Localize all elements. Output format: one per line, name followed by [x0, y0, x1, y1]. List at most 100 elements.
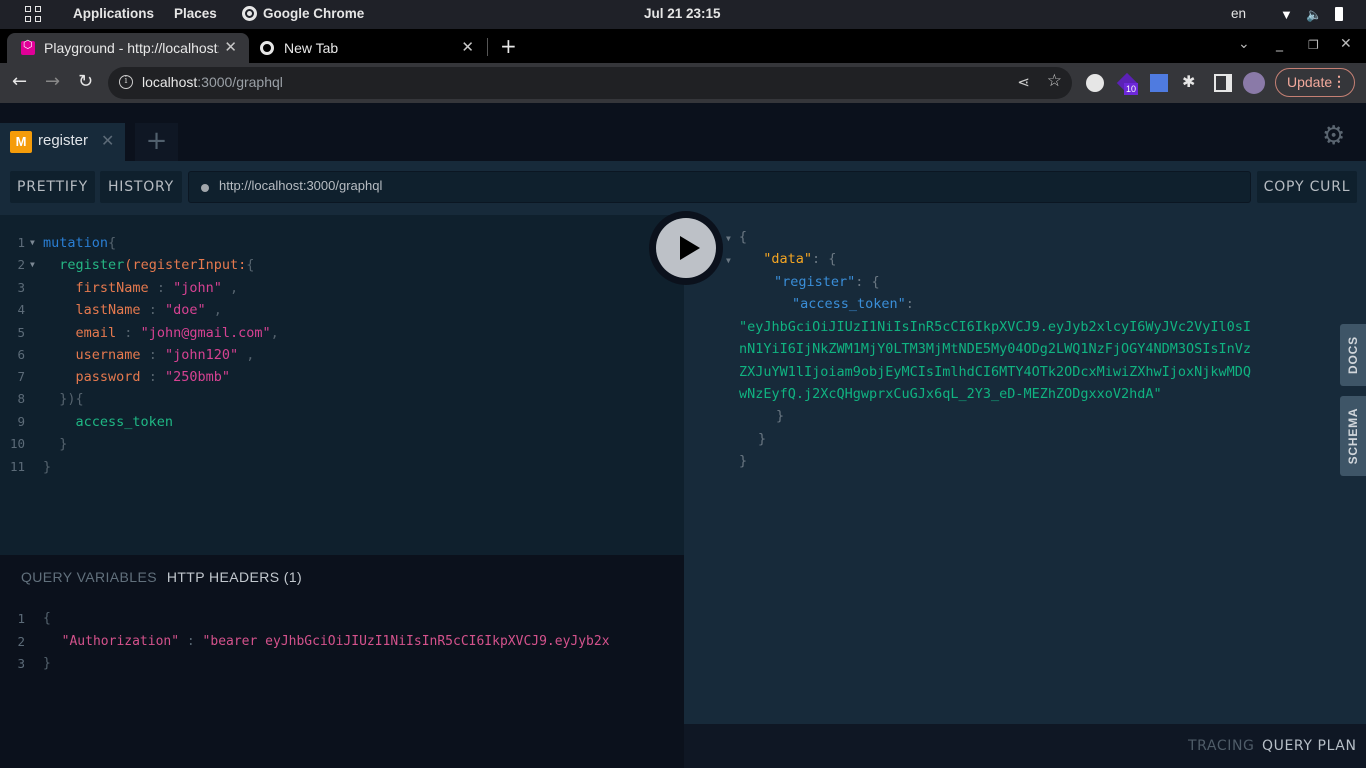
- query-editor[interactable]: 1 ▼ mutation{ 2 ▼ register(registerInput:{ …: [0, 215, 684, 555]
- field-name: register: [59, 257, 125, 273]
- result-viewer[interactable]: ▼{ ▼ "data": { "register": { "access_tok…: [684, 215, 1366, 724]
- playground-tab-name: register: [38, 132, 89, 149]
- playground-toolbar: PRETTIFY HISTORY http://localhost:3000/g…: [0, 161, 1366, 215]
- query-plan-button[interactable]: QUERY PLAN: [1262, 738, 1357, 754]
- docs-label: DOCS: [1346, 336, 1360, 374]
- header-key: "Authorization": [61, 634, 180, 649]
- header-value: "bearer eyJhbGciOiJIUzI1NiIsInR5cCI6IkpX…: [202, 634, 610, 649]
- extension-icon-1[interactable]: [1086, 74, 1104, 92]
- google-translate-icon[interactable]: [1150, 74, 1168, 92]
- input-value: "doe": [164, 302, 206, 318]
- variables-tabs: QUERY VARIABLES HTTP HEADERS (1): [21, 569, 302, 585]
- headers-editor[interactable]: 1{ 2 "Authorization" : "bearer eyJhbGciO…: [0, 608, 684, 688]
- mutation-badge: M: [10, 131, 32, 153]
- input-key: username: [75, 347, 141, 363]
- new-tab-button[interactable]: +: [500, 34, 517, 58]
- line-number: 11: [9, 459, 25, 474]
- input-value: "john": [173, 280, 222, 296]
- history-button[interactable]: HISTORY: [100, 171, 182, 203]
- browser-tab-playground[interactable]: Playground - http://localhost:3000/graph…: [7, 33, 249, 63]
- browser-tab-new-tab[interactable]: New Tab ✕: [250, 33, 486, 63]
- fold-arrow-icon[interactable]: ▼: [30, 238, 35, 247]
- result-line: }: [776, 408, 785, 424]
- site-info-icon[interactable]: i: [119, 75, 133, 89]
- result-footer: TRACING QUERY PLAN: [684, 724, 1366, 768]
- tab-http-headers[interactable]: HTTP HEADERS (1): [167, 569, 302, 585]
- playground-tab-bar: M register ✕ + ⚙: [0, 103, 1366, 161]
- input-key: email: [75, 325, 117, 341]
- close-playground-tab-icon[interactable]: ✕: [101, 131, 114, 150]
- schema-label: SCHEMA: [1346, 407, 1360, 465]
- token-line: ZXJuYW1lIjoiam9objEyMCIsImlhdCI6MTY4OTk2…: [739, 364, 1252, 380]
- result-line: }: [739, 453, 748, 469]
- settings-gear-icon[interactable]: ⚙: [1322, 121, 1345, 151]
- docs-tab[interactable]: DOCS: [1340, 324, 1366, 386]
- reload-button[interactable]: ↻: [78, 71, 93, 92]
- address-bar[interactable]: i localhost:3000/graphql ⋖ ☆: [108, 67, 1072, 99]
- input-value: "250bmb": [164, 369, 230, 385]
- update-button[interactable]: Update ⋮: [1275, 68, 1355, 97]
- minimize-button[interactable]: _: [1276, 36, 1283, 52]
- clock[interactable]: Jul 21 23:15: [644, 6, 721, 21]
- bookmark-star-icon[interactable]: ☆: [1047, 71, 1062, 91]
- line-number: 4: [17, 302, 25, 317]
- token-line: nN1YiI6IjNkZWM1MjY0LTM3MjMtNDE5My04ODg2L…: [739, 341, 1252, 357]
- endpoint-input[interactable]: http://localhost:3000/graphql: [188, 171, 1251, 203]
- copy-curl-button[interactable]: COPY CURL: [1257, 171, 1357, 203]
- tab-query-variables[interactable]: QUERY VARIABLES: [21, 569, 157, 585]
- fold-arrow-icon[interactable]: ▼: [726, 256, 731, 265]
- line-number: 9: [17, 414, 25, 429]
- active-app-menu[interactable]: Google Chrome: [242, 6, 364, 21]
- applications-menu[interactable]: Applications: [73, 6, 154, 21]
- keyboard-language[interactable]: en: [1231, 6, 1246, 21]
- endpoint-url: http://localhost:3000/graphql: [219, 178, 383, 193]
- result-line: "access_token":: [792, 296, 914, 312]
- volume-icon[interactable]: 🔈: [1306, 7, 1322, 23]
- result-line: ▼{: [726, 229, 747, 245]
- input-value: "john@gmail.com": [140, 325, 271, 341]
- fold-arrow-icon[interactable]: ▼: [30, 260, 35, 269]
- execute-query-button[interactable]: [649, 211, 723, 285]
- fold-arrow-icon[interactable]: ▼: [726, 234, 731, 243]
- json-key-register: "register": [774, 274, 856, 290]
- os-top-bar: Applications Places Google Chrome Jul 21…: [0, 0, 1366, 29]
- play-icon: [680, 236, 700, 260]
- playground-tab-register[interactable]: M register ✕: [0, 123, 125, 161]
- side-panel-icon[interactable]: [1214, 74, 1232, 92]
- chrome-icon: [260, 41, 274, 55]
- add-playground-tab-button[interactable]: +: [135, 123, 178, 161]
- url-host: localhost: [142, 74, 198, 90]
- more-menu-icon[interactable]: ⋮: [1332, 73, 1346, 90]
- app-grid-icon[interactable]: [25, 6, 41, 22]
- tracing-button[interactable]: TRACING: [1188, 738, 1254, 754]
- profile-avatar[interactable]: [1243, 72, 1265, 94]
- extensions-puzzle-icon[interactable]: ✱: [1182, 72, 1200, 91]
- token-line: wNzEyfQ.j2XcQHgwprxCuGJx6qL_2Y3_eD-MEZhZ…: [739, 386, 1162, 402]
- url-text[interactable]: localhost:3000/graphql: [142, 74, 283, 90]
- places-menu[interactable]: Places: [174, 6, 217, 21]
- close-tab-icon[interactable]: ✕: [224, 38, 237, 56]
- battery-icon[interactable]: [1335, 7, 1343, 21]
- back-button[interactable]: ←: [12, 71, 27, 92]
- close-window-button[interactable]: ✕: [1340, 36, 1352, 52]
- line-number: 10: [9, 436, 25, 451]
- wifi-icon[interactable]: ▼: [1280, 7, 1293, 22]
- tab-search-chevron-icon[interactable]: ⌄: [1238, 36, 1250, 52]
- forward-button[interactable]: →: [45, 71, 60, 92]
- line-number: 5: [17, 325, 25, 340]
- tab-separator: [487, 38, 488, 56]
- restore-button[interactable]: ❐: [1308, 38, 1319, 52]
- browser-tab-strip: Playground - http://localhost:3000/graph…: [0, 29, 1366, 63]
- schema-tab[interactable]: SCHEMA: [1340, 396, 1366, 476]
- share-icon[interactable]: ⋖: [1017, 73, 1030, 91]
- close-tab-icon[interactable]: ✕: [461, 38, 474, 56]
- token-line: "eyJhbGciOiJIUzI1NiIsInR5cCI6IkpXVCJ9.ey…: [739, 319, 1252, 335]
- extension-badge: 10: [1124, 83, 1139, 95]
- prettify-button[interactable]: PRETTIFY: [10, 171, 95, 203]
- tab-title: Playground - http://localhost:3000/graph…: [44, 40, 219, 56]
- graphql-playground: M register ✕ + ⚙ PRETTIFY HISTORY http:/…: [0, 103, 1366, 768]
- chrome-icon: [242, 6, 257, 21]
- input-key: lastName: [75, 302, 141, 318]
- variables-panel: QUERY VARIABLES HTTP HEADERS (1) 1{ 2 "A…: [0, 555, 684, 768]
- browser-toolbar: ← → ↻ i localhost:3000/graphql ⋖ ☆ 10 ✱ …: [0, 63, 1366, 103]
